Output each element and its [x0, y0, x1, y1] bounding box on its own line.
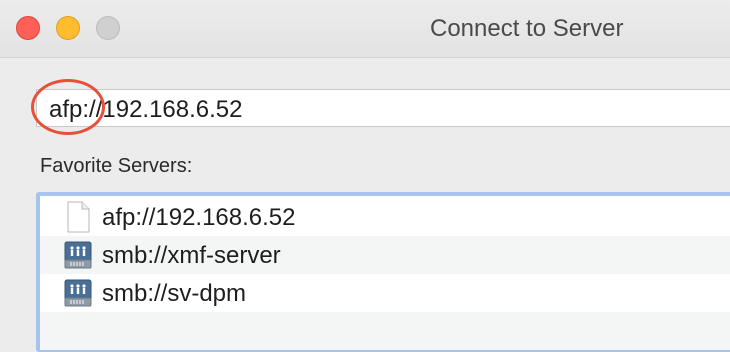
favorite-servers-list[interactable]: afp://192.168.6.52 smb://xmf-server smb:… — [36, 192, 730, 352]
empty-list-row — [40, 312, 730, 350]
list-item-label: smb://xmf-server — [102, 242, 281, 269]
server-address-value[interactable]: afp://192.168.6.52 — [49, 96, 243, 124]
minimize-button[interactable] — [56, 16, 80, 40]
list-item-label: smb://sv-dpm — [102, 280, 247, 307]
zoom-button[interactable] — [96, 16, 120, 40]
favorite-servers-label: Favorite Servers: — [40, 155, 193, 177]
list-item[interactable]: afp://192.168.6.52 — [40, 198, 730, 236]
list-item[interactable]: smb://xmf-server — [40, 236, 730, 274]
list-item-label: afp://192.168.6.52 — [102, 204, 296, 231]
list-item[interactable]: smb://sv-dpm — [40, 274, 730, 312]
window-title: Connect to Server — [430, 15, 624, 42]
close-button[interactable] — [16, 16, 40, 40]
network-server-icon — [64, 279, 92, 307]
network-server-icon — [64, 241, 92, 269]
title-bar: Connect to Server — [0, 0, 730, 58]
document-icon — [67, 201, 90, 233]
server-address-field[interactable]: afp://192.168.6.52 — [36, 89, 730, 127]
